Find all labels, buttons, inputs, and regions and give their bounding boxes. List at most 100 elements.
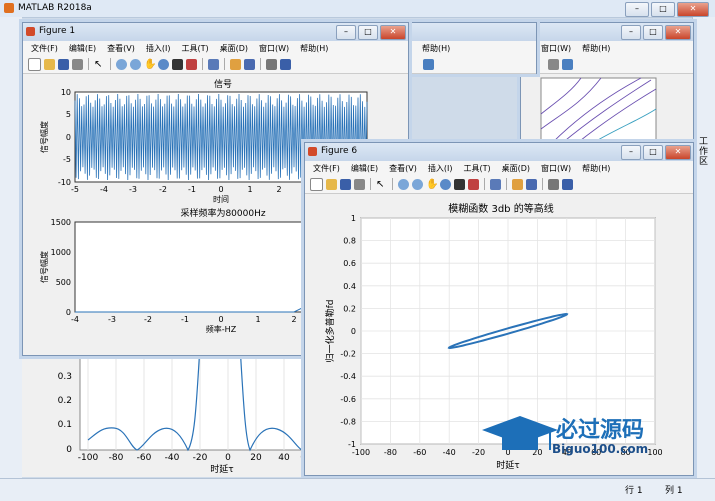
maximize-button[interactable]: □ [358,25,378,40]
toolbar-icon[interactable] [423,58,434,70]
menu-item[interactable]: 窗口(W) [541,43,571,54]
menubar: 窗口(W) 帮助(H) [521,41,693,55]
menu-file[interactable]: 文件(F) [31,43,58,54]
show-tools-icon[interactable] [562,178,573,190]
top-ytick: 10 [61,88,71,97]
y-tick-label: 0.6 [343,259,356,268]
figure-mid[interactable]: 帮助(H) [395,22,537,74]
menu-edit[interactable]: 编辑(E) [69,43,96,54]
x-tick-label: -40 [443,448,456,457]
print-icon[interactable] [354,178,365,190]
top-xtick: -4 [100,185,108,194]
menu-file[interactable]: 文件(F) [313,163,340,174]
minimize-button[interactable]: – [625,2,649,17]
legend-icon[interactable] [526,178,537,190]
figure-icon [308,147,317,156]
show-tools-icon[interactable] [280,58,291,70]
pointer-icon[interactable]: ↖ [94,59,105,70]
link-icon[interactable] [490,178,501,190]
minimize-button[interactable]: – [621,25,641,40]
figure-icon [26,27,35,36]
menu-view[interactable]: 查看(V) [107,43,135,54]
minimize-button[interactable]: – [336,25,356,40]
colorbar-icon[interactable] [230,58,241,70]
menu-item[interactable]: 帮助(H) [582,43,610,54]
menu-desktop[interactable]: 桌面(D) [502,163,530,174]
menu-help[interactable]: 帮助(H) [582,163,610,174]
menu-insert[interactable]: 插入(I) [146,43,171,54]
back-ytick: 0 [66,445,72,455]
contour-plot [540,77,657,145]
menu-edit[interactable]: 编辑(E) [351,163,378,174]
maximize-button[interactable]: □ [651,2,675,17]
menu-tools[interactable]: 工具(T) [463,163,490,174]
new-figure-icon[interactable] [28,57,41,71]
bottom-xtick: 0 [218,315,223,324]
figure-right[interactable]: – □ ✕ 窗口(W) 帮助(H) [520,22,694,149]
zoom-out-icon[interactable] [130,58,141,70]
back-xtick: -60 [137,453,152,463]
zoom-in-icon[interactable] [398,178,409,190]
back-xtick: -40 [165,453,180,463]
menu-help[interactable]: 帮助(H) [300,43,328,54]
close-button[interactable]: ✕ [380,25,406,40]
new-figure-icon[interactable] [310,177,323,191]
data-cursor-icon[interactable] [172,58,183,70]
menu-window[interactable]: 窗口(W) [259,43,289,54]
pointer-icon[interactable]: ↖ [376,179,387,190]
menu-window[interactable]: 窗口(W) [541,163,571,174]
bottom-xtick: -2 [144,315,152,324]
open-icon[interactable] [44,58,55,70]
menu-insert[interactable]: 插入(I) [428,163,453,174]
top-ytick: 5 [66,110,71,119]
save-icon[interactable] [58,58,69,70]
menu-tools[interactable]: 工具(T) [181,43,208,54]
figure-1-title: Figure 1 [39,26,76,36]
print-icon[interactable] [72,58,83,70]
y-tick-label: 0.4 [343,282,356,291]
separator [110,58,111,70]
save-icon[interactable] [340,178,351,190]
top-xtick: 0 [218,185,223,194]
y-tick-label: -0.6 [340,395,356,404]
menu-item[interactable]: 帮助(H) [422,43,450,54]
hide-tools-icon[interactable] [266,58,277,70]
close-button[interactable]: ✕ [677,2,709,17]
zoom-in-icon[interactable] [116,58,127,70]
toolbar-icon[interactable] [562,58,573,70]
link-icon[interactable] [208,58,219,70]
brush-icon[interactable] [468,178,479,190]
pan-icon[interactable]: ✋ [144,59,156,70]
workspace-label[interactable]: 工作区 [699,137,709,167]
watermark-logo: 必过源码 Biguo100.com [480,410,680,466]
matlab-logo-icon [4,3,14,13]
close-button[interactable]: ✕ [665,25,691,40]
back-ytick: 0.2 [58,396,72,406]
minimize-button[interactable]: – [621,145,641,160]
top-xlabel: 时间 [213,194,229,204]
legend-icon[interactable] [244,58,255,70]
zoom-out-icon[interactable] [412,178,423,190]
rotate-icon[interactable] [440,178,451,190]
separator [88,58,89,70]
hide-tools-icon[interactable] [548,178,559,190]
brush-icon[interactable] [186,58,197,70]
rotate-icon[interactable] [158,58,169,70]
figure-6-titlebar: Figure 6 – □ ✕ [305,143,693,161]
open-icon[interactable] [326,178,337,190]
bottom-xtick: 2 [291,315,296,324]
back-xtick: 0 [225,453,231,463]
close-button[interactable]: ✕ [665,145,691,160]
toolbar-icon[interactable] [548,58,559,70]
data-cursor-icon[interactable] [454,178,465,190]
back-xtick: 40 [278,453,290,463]
menu-desktop[interactable]: 桌面(D) [220,43,248,54]
maximize-button[interactable]: □ [643,25,663,40]
bottom-ytick: 1000 [51,248,71,257]
maximize-button[interactable]: □ [643,145,663,160]
colorbar-icon[interactable] [512,178,523,190]
menu-view[interactable]: 查看(V) [389,163,417,174]
x-tick-label: -100 [352,448,370,457]
pan-icon[interactable]: ✋ [426,179,438,190]
matlab-title-bar: MATLAB R2018a – □ ✕ [0,0,715,18]
